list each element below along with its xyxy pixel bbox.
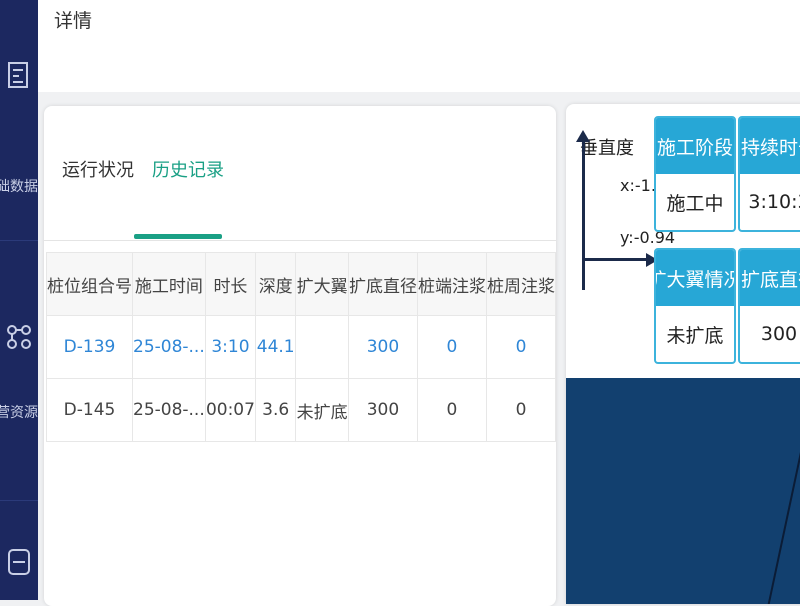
info-box-value: 300 [760, 323, 798, 345]
info-box-value: 未扩底 [666, 324, 724, 347]
tab-operation-status[interactable]: 运行状况 [62, 156, 134, 182]
table-cell: 00:07 [204, 378, 257, 442]
info-box-construction-stage: 施工阶段 施工中 [654, 116, 736, 232]
table-cell: 3.6 [255, 378, 297, 442]
table-cell: 未扩底 [295, 378, 349, 442]
table-cell [295, 315, 349, 379]
column-header: 桩位组合号 [46, 252, 133, 316]
table-cell: 25-08-... [132, 315, 206, 379]
column-header: 施工时间 [132, 252, 206, 316]
history-card: 运行状况 历史记录 桩位组合号 施工时间 时长 深度 扩大翼 扩底直径 桩端注浆… [44, 106, 556, 606]
table-row[interactable]: D-145 25-08-... 00:07 3.6 未扩底 300 0 0 [46, 378, 556, 442]
info-box-value: 施工中 [666, 192, 724, 215]
table-header-row: 桩位组合号 施工时间 时长 深度 扩大翼 扩底直径 桩端注浆 桩周注浆 [46, 252, 556, 316]
page-title: 详情 [54, 10, 93, 32]
device-icon [8, 549, 30, 575]
table-cell: D-139 [46, 315, 133, 379]
info-box-title: 施工阶段 [656, 118, 734, 174]
table-cell: 0 [485, 378, 556, 442]
nav-item-label: 运营资源 [0, 405, 38, 421]
table-cell: 300 [347, 315, 418, 379]
drill-rod [765, 419, 800, 604]
info-box-value: 3:10:3 [748, 191, 800, 213]
diagram-icon [8, 62, 28, 88]
tab-history-records[interactable]: 历史记录 [152, 156, 224, 182]
nav-item-operation-resources[interactable]: 运营资源 [0, 240, 38, 501]
table-cell: 0 [416, 378, 487, 442]
column-header: 深度 [255, 252, 297, 316]
network-icon [7, 325, 31, 349]
nav-item-basic-data[interactable]: 基础数据 [0, 0, 38, 241]
y-axis [582, 140, 585, 290]
nav-item-label: 基础数据 [0, 179, 38, 195]
info-box-base-diameter: 扩底直径 300 [738, 248, 800, 364]
axis-arrow-up-icon [576, 130, 590, 142]
column-header: 扩底直径 [347, 252, 418, 316]
table-cell: 300 [347, 378, 418, 442]
table-cell: 25-08-... [132, 378, 206, 442]
tabs-divider [44, 240, 556, 241]
table-cell: 0 [485, 315, 556, 379]
info-box-wing-status: 扩大翼情况 未扩底 [654, 248, 736, 364]
info-box-title: 扩大翼情况 [656, 250, 734, 306]
side-nav: 基础数据 运营资源 [0, 0, 38, 600]
column-header: 时长 [204, 252, 257, 316]
column-header: 扩大翼 [295, 252, 349, 316]
info-box-title: 持续时长 [740, 118, 800, 174]
column-header: 桩端注浆 [416, 252, 487, 316]
info-box-duration: 持续时长 3:10:3 [738, 116, 800, 232]
pile-visualization [566, 378, 800, 604]
monitor-card: 垂直度 x:-1.11 y:-0.94 施工阶段 施工中 持续时长 3:10:3… [566, 104, 800, 604]
table-cell: 44.1 [255, 315, 297, 379]
history-table: 桩位组合号 施工时间 时长 深度 扩大翼 扩底直径 桩端注浆 桩周注浆 D-13… [46, 252, 556, 442]
table-cell: 3:10 [204, 315, 257, 379]
table-cell: 0 [416, 315, 487, 379]
table-cell: D-145 [46, 378, 133, 442]
table-row[interactable]: D-139 25-08-... 3:10 44.1 300 0 0 [46, 315, 556, 379]
nav-item-device[interactable] [0, 500, 38, 600]
active-tab-indicator [134, 234, 222, 239]
column-header: 桩周注浆 [485, 252, 556, 316]
info-box-title: 扩底直径 [740, 250, 800, 306]
page-header: 详情 [38, 0, 800, 92]
x-axis [582, 258, 652, 261]
